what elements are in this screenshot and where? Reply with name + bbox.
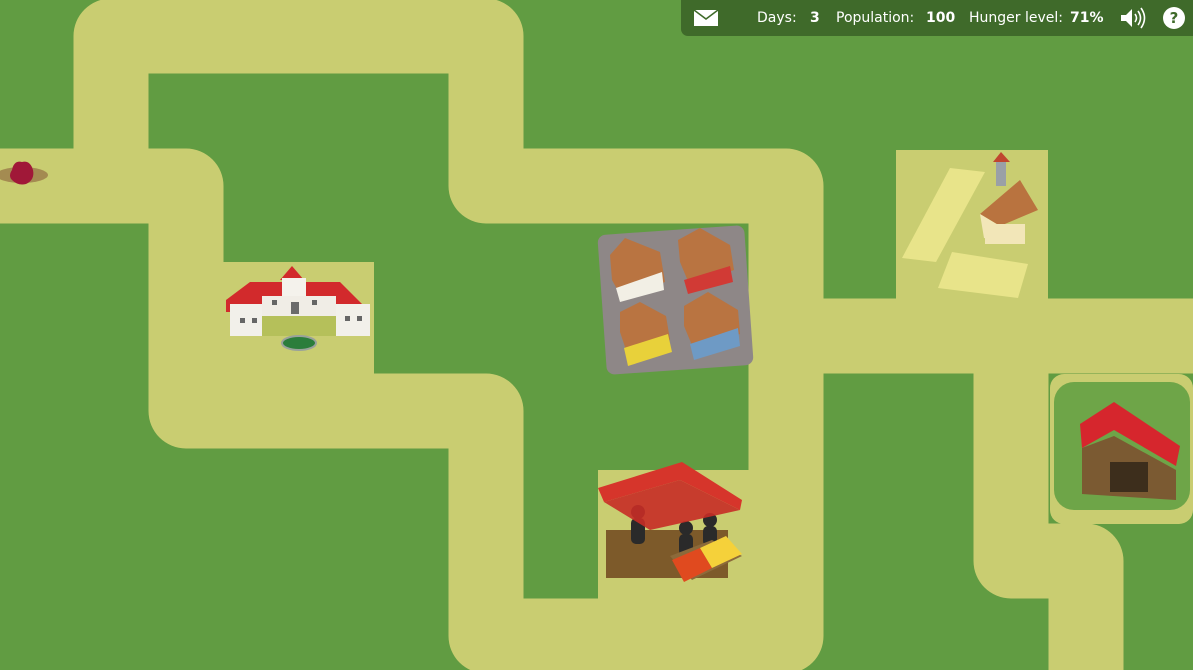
status-bar: Days: 3 Population: 100 Hunger level: 71…	[681, 0, 1193, 36]
barn-building[interactable]	[1054, 382, 1190, 510]
houses-building[interactable]	[597, 225, 754, 375]
population-label: Population:	[836, 10, 915, 26]
hunger-label: Hunger level:	[969, 10, 1063, 26]
hunger-value: 71%	[1070, 10, 1104, 26]
population-value: 100	[926, 10, 956, 26]
game-map	[0, 0, 1193, 670]
help-button[interactable]: ?	[1163, 7, 1185, 29]
envelope-icon[interactable]	[693, 8, 719, 28]
speaker-icon[interactable]	[1119, 6, 1147, 30]
days-label: Days:	[757, 10, 797, 26]
days-value: 3	[810, 10, 820, 26]
